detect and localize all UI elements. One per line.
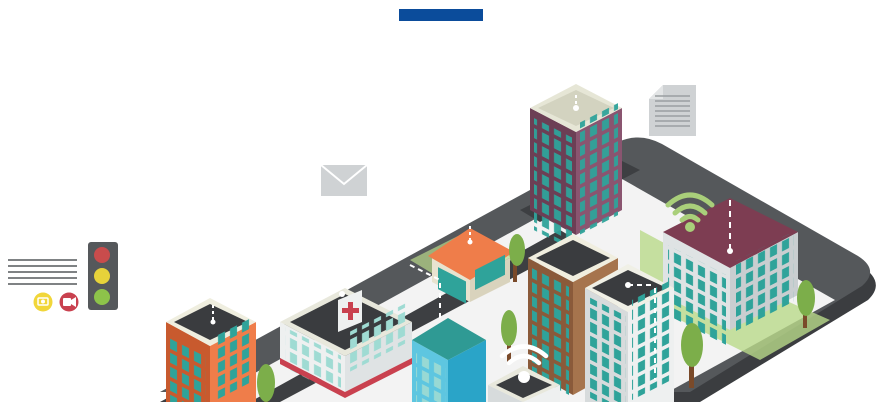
envelope-icon [320,164,368,196]
traffic-light-icon [88,242,118,310]
smart-city-illustration [0,0,887,402]
orange-apartment [166,298,256,402]
gray-office [585,264,674,402]
video-camera-icon [59,292,79,312]
document-icon [649,85,696,136]
info-lines [8,259,77,285]
city-scene [8,84,876,402]
photo-camera-icon [33,292,53,312]
tree [257,364,275,402]
